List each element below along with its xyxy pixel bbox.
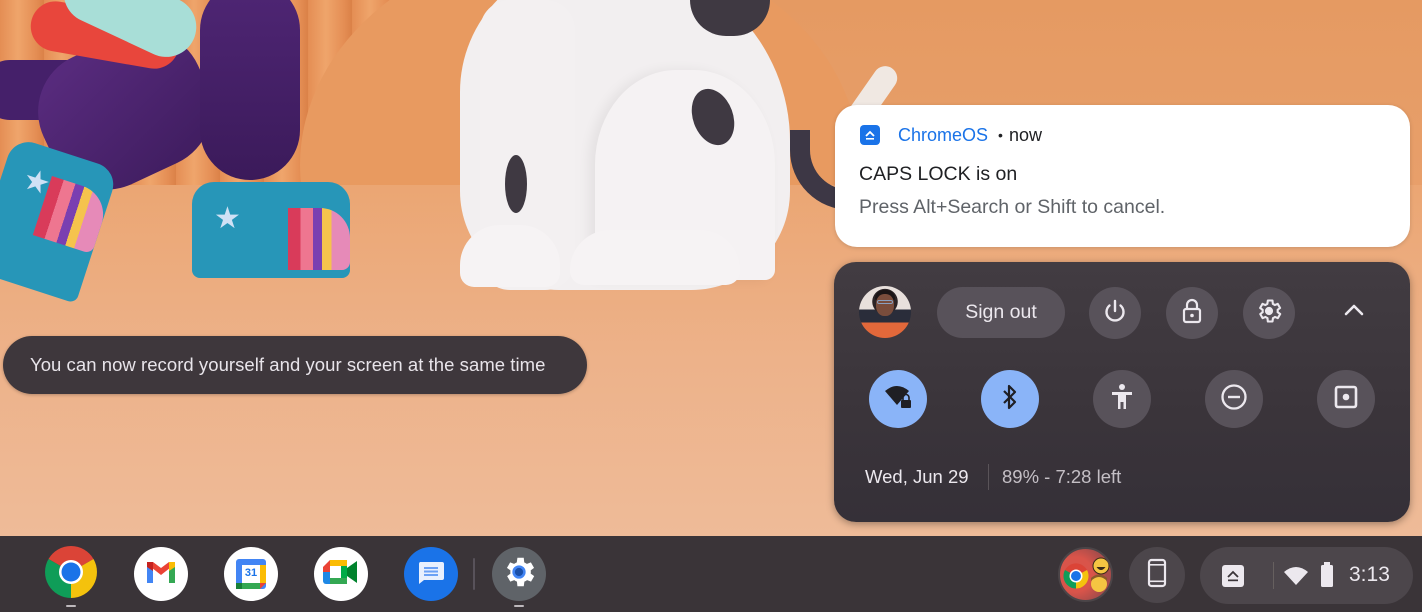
avatar-glasses <box>877 300 893 304</box>
date-battery-divider <box>988 464 989 490</box>
clock: 3:13 <box>1349 563 1390 586</box>
meet-icon <box>323 558 359 591</box>
date-button[interactable]: Wed, Jun 29 <box>865 466 969 488</box>
wifi-lock-icon <box>883 383 913 416</box>
shelf-app-meet[interactable] <box>314 547 368 601</box>
accessibility-toggle[interactable] <box>1093 370 1151 428</box>
status-area-button[interactable]: 3:13 <box>1200 547 1413 604</box>
chrome-icon <box>44 545 98 604</box>
wallpaper-shoe: ★ <box>192 182 350 278</box>
holding-space-icon <box>1060 557 1111 600</box>
shelf-separator <box>473 558 475 590</box>
star-icon: ★ <box>214 202 241 235</box>
wifi-toggle[interactable] <box>869 370 927 428</box>
chevron-up-icon <box>1343 303 1365 322</box>
notification-title: CAPS LOCK is on <box>859 163 1018 185</box>
wallpaper-dog-paw <box>570 230 740 285</box>
shelf-app-gmail[interactable] <box>134 547 188 601</box>
toast: You can now record yourself and your scr… <box>3 336 587 394</box>
caps-lock-notification[interactable]: ChromeOS • now CAPS LOCK is on Press Alt… <box>835 105 1410 247</box>
wallpaper-dog-paw <box>460 225 560 287</box>
quick-settings-panel: Sign out Wed, Jun 29 89% - 7:28 left <box>834 262 1410 522</box>
toast-text: You can now record yourself and your scr… <box>30 354 546 375</box>
power-icon <box>1101 297 1129 330</box>
wifi-icon <box>1283 565 1309 592</box>
lock-button[interactable] <box>1166 287 1218 339</box>
settings-app-icon <box>500 553 538 596</box>
messages-icon <box>416 559 446 590</box>
calendar-date-label: 31 <box>244 567 258 579</box>
settings-button[interactable] <box>1243 287 1295 339</box>
power-button[interactable] <box>1089 287 1141 339</box>
phone-icon <box>1147 558 1167 593</box>
gear-icon <box>1255 297 1283 330</box>
do-not-disturb-icon <box>1220 383 1248 416</box>
running-indicator <box>514 605 524 607</box>
notification-app-name: ChromeOS <box>898 124 989 145</box>
shelf-app-settings[interactable] <box>492 547 546 601</box>
accessibility-icon <box>1109 383 1135 416</box>
battery-status[interactable]: 89% - 7:28 left <box>1002 466 1121 488</box>
calendar-icon: 31 <box>236 559 266 589</box>
running-indicator <box>66 605 76 607</box>
sign-out-button[interactable]: Sign out <box>937 287 1065 338</box>
screen-capture-icon <box>1333 384 1359 415</box>
holding-space-button[interactable] <box>1058 547 1113 602</box>
chromeos-eject-icon <box>860 125 880 145</box>
wallpaper-shoe-stripes <box>288 208 350 270</box>
tray-separator <box>1273 562 1274 589</box>
screen-capture-toggle[interactable] <box>1317 370 1375 428</box>
bluetooth-icon <box>1000 383 1020 416</box>
shelf-app-calendar[interactable]: 31 <box>224 547 278 601</box>
gmail-icon <box>144 559 178 590</box>
chromeos-eject-icon <box>1222 565 1244 592</box>
lock-icon <box>1180 298 1204 329</box>
notification-separator: • <box>998 127 1003 143</box>
do-not-disturb-toggle[interactable] <box>1205 370 1263 428</box>
user-avatar[interactable] <box>859 286 911 338</box>
shelf: 31 3:13 <box>0 536 1422 612</box>
wallpaper-character-leg <box>200 0 300 180</box>
wallpaper-dog-spot <box>505 155 527 213</box>
notification-time: now <box>1008 124 1042 145</box>
avatar-face <box>876 294 894 316</box>
notification-header: ChromeOS • now <box>860 123 1042 147</box>
shelf-app-messages[interactable] <box>404 547 458 601</box>
shelf-app-chrome[interactable] <box>44 545 98 604</box>
bluetooth-toggle[interactable] <box>981 370 1039 428</box>
battery-icon <box>1320 561 1334 594</box>
phone-hub-button[interactable] <box>1129 547 1185 603</box>
notification-body: Press Alt+Search or Shift to cancel. <box>859 196 1166 218</box>
collapse-button[interactable] <box>1340 298 1368 326</box>
